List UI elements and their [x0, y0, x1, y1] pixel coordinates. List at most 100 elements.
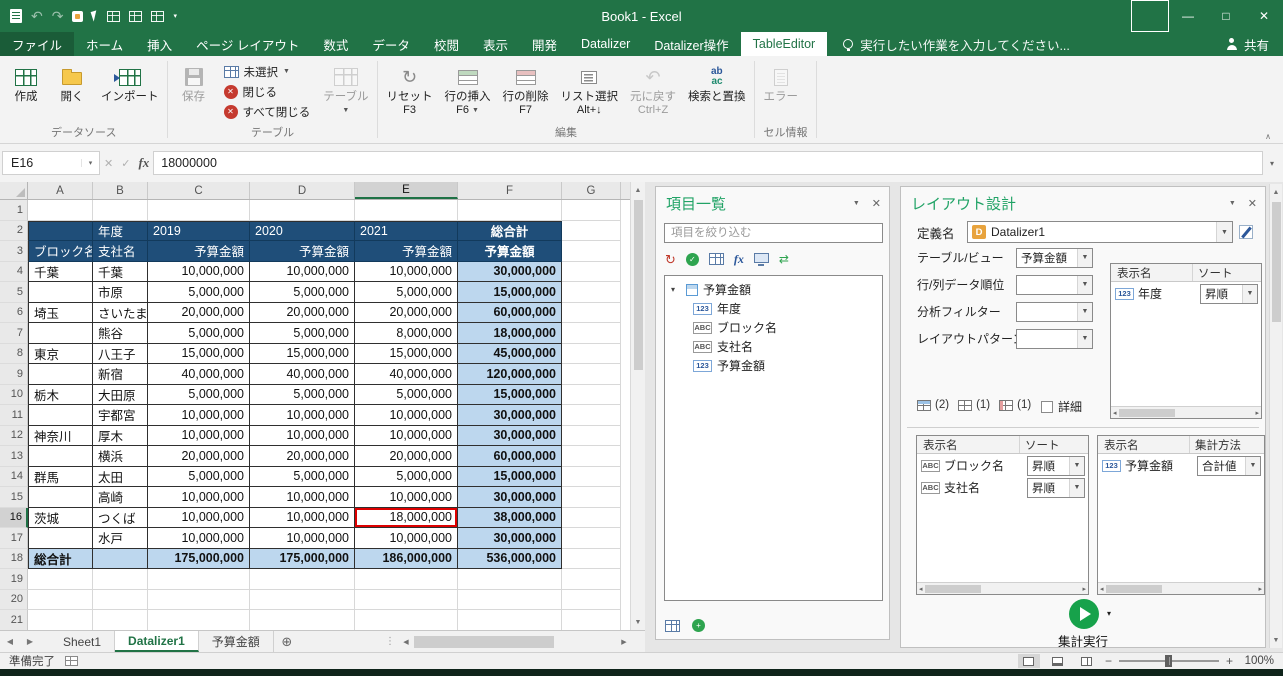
- cell-C1[interactable]: [148, 200, 250, 221]
- insert-function-icon[interactable]: fx: [138, 155, 149, 171]
- cell-E2[interactable]: 2021: [355, 221, 458, 242]
- cursor-icon[interactable]: [91, 10, 100, 21]
- cell-B3[interactable]: 支社名: [93, 241, 148, 262]
- row-header-21[interactable]: 21: [0, 610, 28, 630]
- cell-C21[interactable]: [148, 610, 250, 630]
- ribbon-tab-5[interactable]: データ: [360, 32, 422, 56]
- cell-D16[interactable]: 10,000,000: [250, 508, 355, 529]
- cell-B5[interactable]: 市原: [93, 282, 148, 303]
- cell-A9[interactable]: [28, 364, 93, 385]
- ribbon-tab-1[interactable]: ホーム: [74, 32, 135, 56]
- column-header-D[interactable]: D: [250, 182, 355, 199]
- cell-G16[interactable]: [562, 508, 621, 529]
- cell-E3[interactable]: 予算金額: [355, 241, 458, 262]
- cell-F10[interactable]: 15,000,000: [458, 385, 562, 406]
- cell-A1[interactable]: [28, 200, 93, 221]
- zoom-slider[interactable]: [1119, 660, 1219, 662]
- cell-C16[interactable]: 10,000,000: [148, 508, 250, 529]
- tree-field-3[interactable]: 123予算金額: [667, 356, 880, 375]
- add-sheet-button[interactable]: ⊕: [274, 631, 300, 652]
- ribbon-display-options-button[interactable]: [1131, 0, 1169, 32]
- scroll-left-icon[interactable]: ◂: [1100, 585, 1104, 593]
- cell-F1[interactable]: [458, 200, 562, 221]
- cell-A7[interactable]: [28, 323, 93, 344]
- cell-D17[interactable]: 10,000,000: [250, 528, 355, 549]
- ribbon-tab-8[interactable]: 開発: [520, 32, 569, 56]
- cell-F15[interactable]: 30,000,000: [458, 487, 562, 508]
- formula-input[interactable]: 18000000: [153, 151, 1263, 175]
- cell-A8[interactable]: 東京: [28, 344, 93, 365]
- panel-menu-icon[interactable]: ▼: [1229, 200, 1236, 207]
- row-header-11[interactable]: 11: [0, 405, 28, 426]
- cell-D14[interactable]: 5,000,000: [250, 467, 355, 488]
- table-open-icon[interactable]: [107, 11, 120, 22]
- expand-formula-bar-icon[interactable]: ▾: [1263, 159, 1281, 168]
- cell-A20[interactable]: [28, 590, 93, 611]
- cell-C15[interactable]: 10,000,000: [148, 487, 250, 508]
- table-edit-icon[interactable]: [665, 620, 680, 632]
- field-filter-input[interactable]: [664, 223, 883, 243]
- box-row-combo[interactable]: 昇順▼: [1200, 284, 1258, 304]
- cell-G20[interactable]: [562, 590, 621, 611]
- cell-C5[interactable]: 5,000,000: [148, 282, 250, 303]
- cell-E18[interactable]: 186,000,000: [355, 549, 458, 570]
- cell-F2[interactable]: 総合計: [458, 221, 562, 242]
- cell-A18[interactable]: 総合計: [28, 549, 93, 570]
- cell-B21[interactable]: [93, 610, 148, 630]
- row-header-18[interactable]: 18: [0, 549, 28, 570]
- cell-B12[interactable]: 厚木: [93, 426, 148, 447]
- ribbon-button-テーブル-2[interactable]: ✕閉じる: [219, 82, 316, 102]
- box-row-combo[interactable]: 昇順▼: [1027, 478, 1085, 498]
- cell-E5[interactable]: 5,000,000: [355, 282, 458, 303]
- layout-field-combo[interactable]: ▼: [1016, 329, 1093, 349]
- grid-vertical-scrollbar[interactable]: ▲ ▼: [630, 182, 645, 630]
- minimize-button[interactable]: —: [1169, 0, 1207, 32]
- cell-A19[interactable]: [28, 569, 93, 590]
- cell-F4[interactable]: 30,000,000: [458, 262, 562, 283]
- cell-C12[interactable]: 10,000,000: [148, 426, 250, 447]
- ribbon-tab-3[interactable]: ページ レイアウト: [184, 32, 311, 56]
- tab-splitter-handle[interactable]: ⋮: [385, 631, 395, 652]
- ribbon-button-編集-5[interactable]: abac検索と置換: [683, 58, 751, 125]
- datalizer-addin-icon[interactable]: [72, 11, 83, 22]
- cell-C4[interactable]: 10,000,000: [148, 262, 250, 283]
- pane-vertical-scrollbar[interactable]: ▲ ▼: [1269, 184, 1282, 648]
- box-scroll-thumb[interactable]: [1119, 409, 1175, 417]
- row-header-19[interactable]: 19: [0, 569, 28, 590]
- cell-C17[interactable]: 10,000,000: [148, 528, 250, 549]
- layout-field-combo[interactable]: ▼: [1016, 302, 1093, 322]
- cell-A12[interactable]: 神奈川: [28, 426, 93, 447]
- cell-G9[interactable]: [562, 364, 621, 385]
- scroll-right-icon[interactable]: ▸: [1258, 585, 1262, 593]
- layout-field-combo[interactable]: ▼: [1016, 275, 1093, 295]
- cell-F8[interactable]: 45,000,000: [458, 344, 562, 365]
- cell-G18[interactable]: [562, 549, 621, 570]
- ribbon-tab-11[interactable]: TableEditor: [741, 32, 828, 56]
- cell-C9[interactable]: 40,000,000: [148, 364, 250, 385]
- cell-G6[interactable]: [562, 303, 621, 324]
- cell-E7[interactable]: 8,000,000: [355, 323, 458, 344]
- cell-B9[interactable]: 新宿: [93, 364, 148, 385]
- cell-G2[interactable]: [562, 221, 621, 242]
- row-header-14[interactable]: 14: [0, 467, 28, 488]
- ribbon-tab-4[interactable]: 数式: [311, 32, 360, 56]
- definition-combo[interactable]: D Datalizer1 ▼: [967, 221, 1233, 243]
- sheet-tab-1[interactable]: Datalizer1: [115, 631, 199, 652]
- cell-C8[interactable]: 15,000,000: [148, 344, 250, 365]
- ribbon-button-編集-1[interactable]: 行の挿入F6 ▼: [440, 58, 496, 125]
- scroll-down-icon[interactable]: ▼: [631, 614, 645, 630]
- cell-C19[interactable]: [148, 569, 250, 590]
- cell-E4[interactable]: 10,000,000: [355, 262, 458, 283]
- qat-customize-icon[interactable]: ▾: [173, 12, 177, 20]
- cell-D11[interactable]: 10,000,000: [250, 405, 355, 426]
- row-header-5[interactable]: 5: [0, 282, 28, 303]
- cell-F7[interactable]: 18,000,000: [458, 323, 562, 344]
- ribbon-tab-0[interactable]: ファイル: [0, 32, 74, 56]
- cell-E17[interactable]: 10,000,000: [355, 528, 458, 549]
- cell-B4[interactable]: 千葉: [93, 262, 148, 283]
- zoom-slider-thumb[interactable]: [1165, 655, 1172, 667]
- cell-G13[interactable]: [562, 446, 621, 467]
- cell-F9[interactable]: 120,000,000: [458, 364, 562, 385]
- table-close-icon[interactable]: [151, 11, 164, 22]
- cell-F18[interactable]: 536,000,000: [458, 549, 562, 570]
